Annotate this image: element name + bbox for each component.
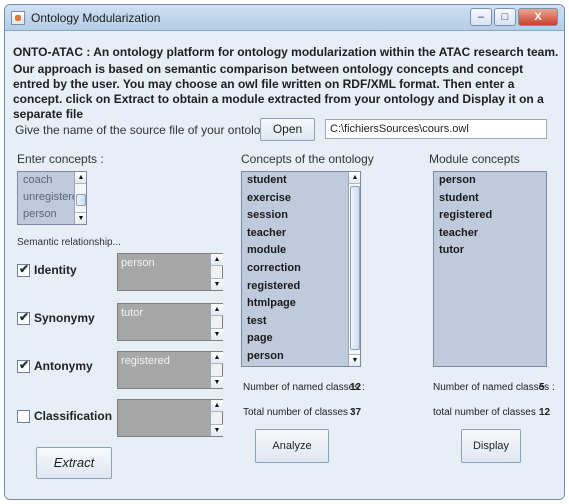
scroll-thumb[interactable] (76, 194, 86, 206)
scroll-up-icon[interactable]: ▲ (211, 254, 223, 266)
classification-checkbox-row[interactable]: Classification (17, 409, 112, 423)
enter-concepts-scrollbar[interactable]: ▲ ▼ (74, 172, 86, 224)
synonymy-label: Synonymy (34, 311, 95, 325)
scroll-up-icon[interactable]: ▲ (211, 400, 223, 412)
identity-label: Identity (34, 263, 77, 277)
intro-text: ONTO-ATAC : An ontology platform for ont… (13, 45, 561, 122)
list-item[interactable]: person (242, 348, 360, 366)
analyze-button[interactable]: Analyze (255, 429, 329, 463)
list-item[interactable]: session (242, 207, 360, 225)
source-path-input[interactable] (325, 119, 547, 139)
list-item[interactable]: registered (434, 207, 546, 225)
antonymy-checkbox[interactable] (17, 358, 30, 373)
identity-checkbox[interactable] (17, 262, 30, 277)
classification-value (118, 400, 222, 406)
synonymy-value: tutor (121, 307, 144, 319)
module-concepts-label: Module concepts (429, 152, 520, 166)
list-item[interactable]: tutor (434, 242, 546, 260)
scroll-down-icon[interactable]: ▼ (211, 376, 223, 388)
synonymy-checkbox-row[interactable]: Synonymy (17, 310, 95, 325)
antonymy-scrollbar[interactable]: ▲ ▼ (210, 352, 223, 388)
scroll-up-icon[interactable]: ▲ (75, 172, 86, 184)
main-content: ONTO-ATAC : An ontology platform for ont… (5, 31, 564, 499)
scroll-thumb[interactable] (350, 186, 360, 350)
antonymy-label: Antonymy (34, 359, 93, 373)
maximize-icon[interactable]: □ (494, 8, 516, 26)
open-button[interactable]: Open (260, 118, 315, 141)
classification-label: Classification (34, 409, 113, 423)
scroll-down-icon[interactable]: ▼ (211, 424, 223, 436)
classification-scrollbar[interactable]: ▲ ▼ (210, 400, 223, 436)
title-bar[interactable]: Ontology Modularization – □ X (5, 5, 564, 31)
list-item[interactable]: test (242, 313, 360, 331)
window-controls: – □ X (468, 8, 558, 26)
identity-scrollbar[interactable]: ▲ ▼ (210, 254, 223, 290)
antonymy-value: registered (121, 355, 170, 367)
scroll-up-icon[interactable]: ▲ (211, 352, 223, 364)
scroll-down-icon[interactable]: ▼ (211, 328, 223, 340)
module-named-classes-value: 5 (539, 382, 545, 393)
minimize-icon[interactable]: – (470, 8, 492, 26)
list-item[interactable]: teacher (434, 225, 546, 243)
list-item[interactable]: student (242, 172, 360, 190)
list-item[interactable]: registered (242, 278, 360, 296)
intro-line-1: ONTO-ATAC : An ontology platform for ont… (13, 45, 559, 59)
list-item[interactable]: module (242, 242, 360, 260)
list-item[interactable]: exercise (242, 190, 360, 208)
list-item[interactable]: page (242, 330, 360, 348)
ontology-scrollbar[interactable]: ▲ ▼ (348, 172, 360, 366)
ontology-total-classes-value: 37 (350, 407, 362, 418)
ontology-named-classes-label: Number of named classes : (243, 382, 365, 393)
identity-value: person (121, 257, 155, 269)
enter-concepts-label: Enter concepts : (17, 152, 104, 166)
extract-button[interactable]: Extract (36, 447, 112, 479)
list-item[interactable]: student (434, 190, 546, 208)
module-total-classes-label: total number of classes : (433, 407, 542, 418)
synonymy-scrollbar[interactable]: ▲ ▼ (210, 304, 223, 340)
module-total-classes-value: 12 (539, 407, 551, 418)
enter-concepts-list[interactable]: coach unregistered person ▲ ▼ (17, 171, 87, 225)
identity-checkbox-row[interactable]: Identity (17, 262, 77, 277)
scroll-down-icon[interactable]: ▼ (211, 278, 223, 290)
display-button[interactable]: Display (461, 429, 521, 463)
list-item[interactable]: teacher (242, 225, 360, 243)
intro-line-2: Our approach is based on semantic compar… (13, 62, 544, 121)
window-title: Ontology Modularization (31, 11, 161, 25)
module-named-classes-label: Number of named classes : (433, 382, 555, 393)
identity-value-box[interactable]: person ▲ ▼ (117, 253, 223, 291)
antonymy-checkbox-row[interactable]: Antonymy (17, 358, 93, 373)
app-icon (11, 11, 25, 25)
list-item[interactable]: htmlpage (242, 295, 360, 313)
scroll-down-icon[interactable]: ▼ (349, 354, 360, 366)
ontology-concepts-label: Concepts of the ontology (241, 152, 374, 166)
synonymy-checkbox[interactable] (17, 310, 30, 325)
list-item[interactable]: correction (242, 260, 360, 278)
antonymy-value-box[interactable]: registered ▲ ▼ (117, 351, 223, 389)
classification-value-box[interactable]: ▲ ▼ (117, 399, 223, 437)
semantic-relationship-label: Semantic relationship... (17, 237, 121, 248)
classification-checkbox[interactable] (17, 409, 30, 423)
ontology-named-classes-value: 12 (350, 382, 362, 393)
module-concepts-list[interactable]: person student registered teacher tutor (433, 171, 547, 367)
app-window: Ontology Modularization – □ X ONTO-ATAC … (4, 4, 565, 500)
list-item[interactable]: person (434, 172, 546, 190)
source-file-label: Give the name of the source file of your… (15, 123, 274, 137)
scroll-down-icon[interactable]: ▼ (75, 212, 86, 224)
close-icon[interactable]: X (518, 8, 558, 26)
ontology-total-classes-label: Total number of classes : (243, 407, 354, 418)
synonymy-value-box[interactable]: tutor ▲ ▼ (117, 303, 223, 341)
ontology-concepts-list[interactable]: student exercise session teacher module … (241, 171, 361, 367)
scroll-up-icon[interactable]: ▲ (211, 304, 223, 316)
scroll-up-icon[interactable]: ▲ (349, 172, 360, 184)
